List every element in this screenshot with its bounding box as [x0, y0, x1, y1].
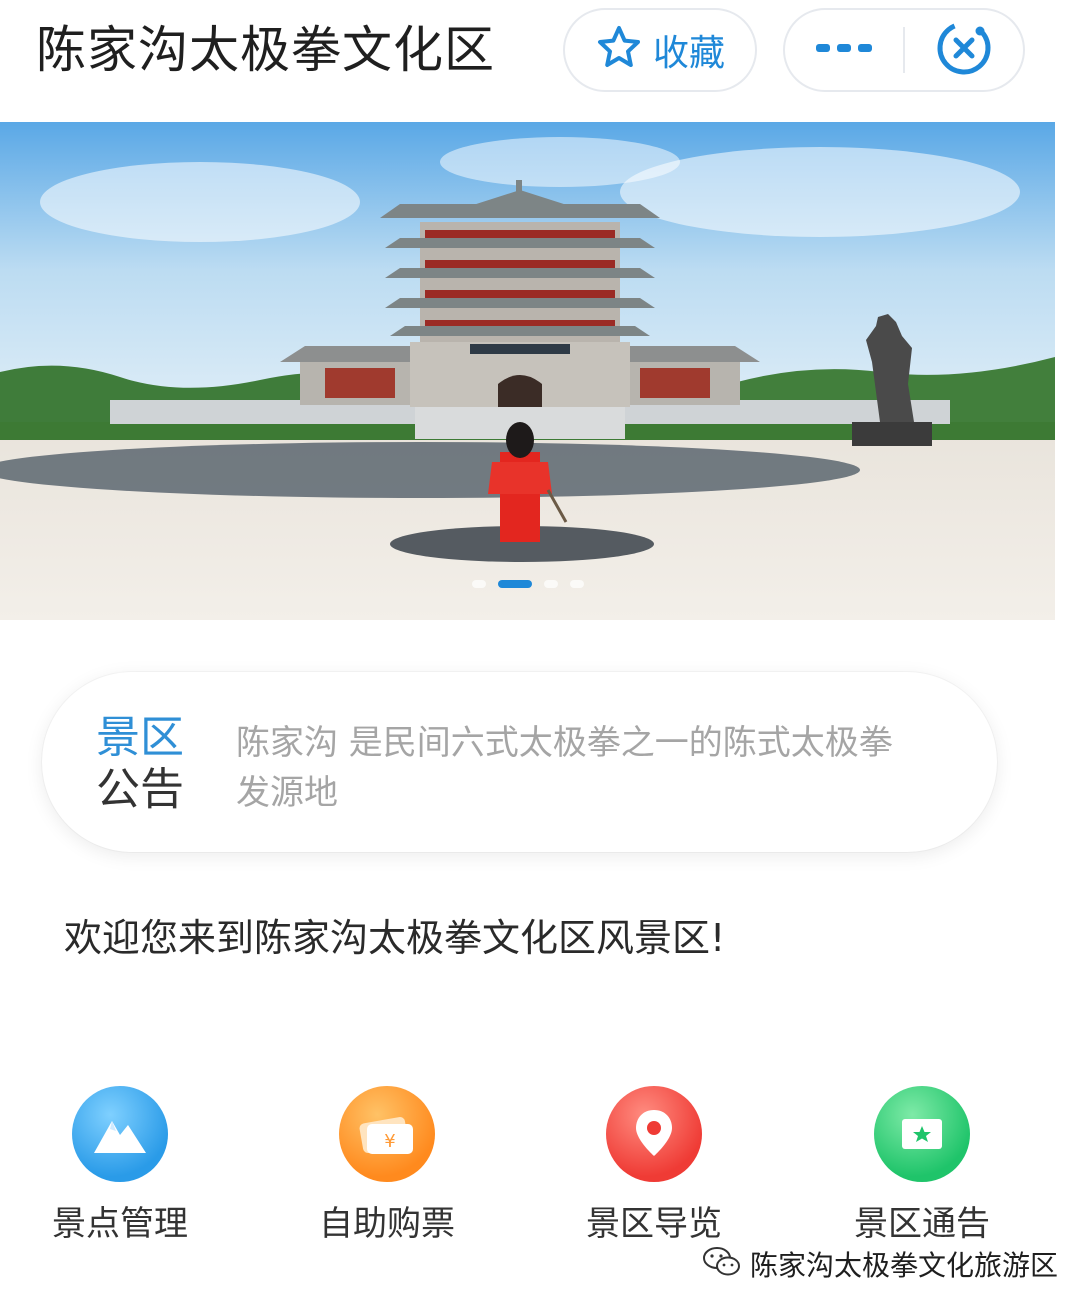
function-label: 景点管理 [52, 1204, 188, 1244]
wechat-icon [702, 1245, 742, 1283]
function-label: 自助购票 [319, 1204, 455, 1244]
svg-text:¥: ¥ [384, 1131, 395, 1152]
favorite-button[interactable]: 收藏 [563, 8, 757, 92]
carousel-dot[interactable] [569, 580, 584, 588]
notice-tag-line1: 景区 [96, 712, 184, 763]
star-icon [595, 24, 643, 76]
watermark: 陈家沟太极拳文化旅游区 [702, 1244, 1058, 1284]
function-label: 景区导览 [586, 1204, 722, 1244]
location-pin-icon [606, 1086, 702, 1182]
carousel-dot-active[interactable] [497, 580, 532, 588]
function-label: 景区通告 [854, 1204, 990, 1244]
notice-tag: 景区 公告 [96, 712, 206, 816]
notice-card[interactable]: 景区 公告 陈家沟 是民间六式太极拳之一的陈式太极拳发源地 [42, 672, 997, 852]
function-self-ticket[interactable]: ¥ 自助购票 [287, 1086, 487, 1246]
capsule-menu [783, 8, 1025, 92]
carousel-dot[interactable] [543, 580, 558, 588]
banner-carousel[interactable] [0, 122, 1055, 620]
notice-text: 陈家沟 是民间六式太极拳之一的陈式太极拳发源地 [236, 723, 893, 813]
notice-board-icon [874, 1086, 970, 1182]
mountain-icon [72, 1086, 168, 1182]
banner-image [0, 122, 1055, 620]
watermark-text: 陈家沟太极拳文化旅游区 [750, 1249, 1059, 1282]
notice-tag-line2: 公告 [96, 764, 184, 815]
welcome-text: 欢迎您来到陈家沟太极拳文化区风景区! [64, 916, 726, 960]
close-button[interactable] [905, 10, 1023, 90]
more-dots-icon [814, 40, 874, 60]
function-announcement[interactable]: 景区通告 [822, 1086, 1022, 1246]
function-guide-map[interactable]: 景区导览 [554, 1086, 754, 1246]
page-title: 陈家沟太极拳文化区 [36, 21, 495, 79]
carousel-indicator [0, 580, 1055, 588]
close-circle-icon [935, 19, 993, 81]
top-bar: 陈家沟太极拳文化区 收藏 [0, 0, 1080, 112]
function-spot-management[interactable]: 景点管理 [20, 1086, 220, 1246]
ticket-icon: ¥ [339, 1086, 435, 1182]
carousel-dot[interactable] [471, 580, 486, 588]
more-button[interactable] [785, 10, 903, 90]
favorite-label: 收藏 [652, 33, 725, 74]
